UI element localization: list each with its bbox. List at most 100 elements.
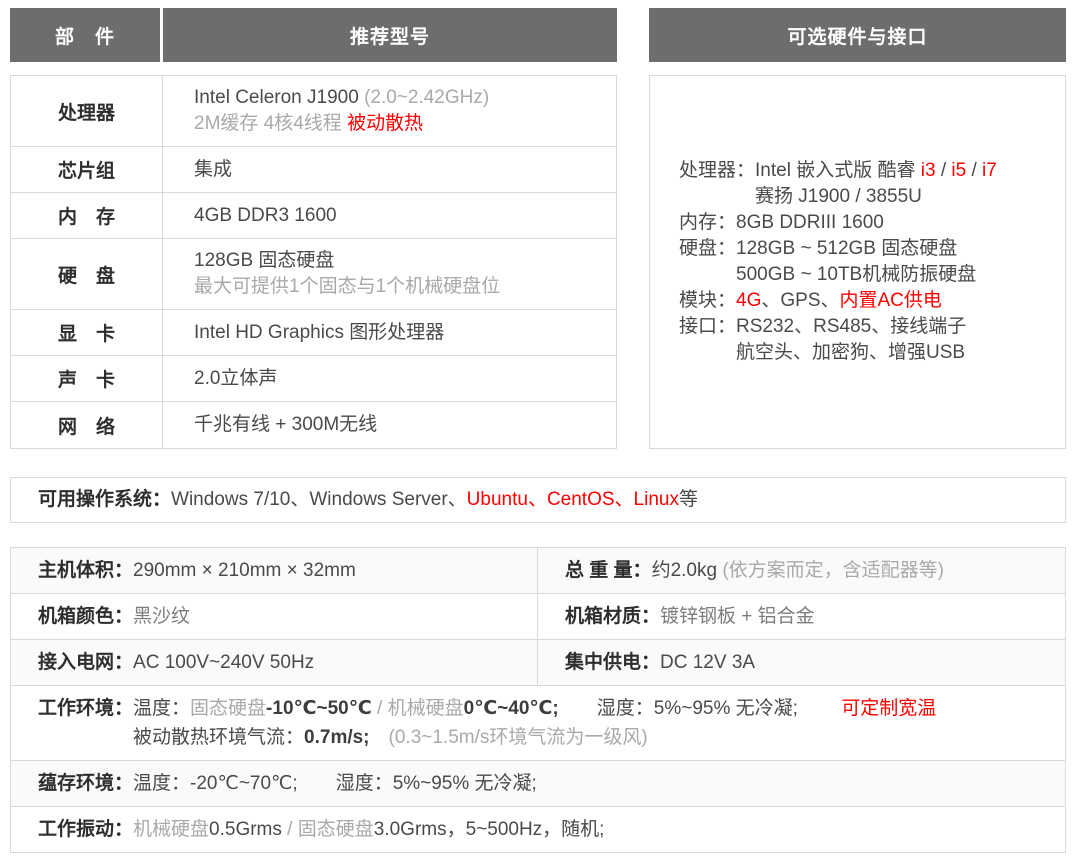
spec-label-graphics: 显 卡 [11,310,163,355]
text-segment: Intel 嵌入式版 酷睿 [755,160,921,181]
parts-header-bar: 部 件 推荐型号 [10,8,617,62]
spec-label-storage: 硬 盘 [11,239,163,309]
cell-chassis-material: 机箱材质： 镀锌钢板 + 铝合金 [538,594,1065,639]
os-support-list: Windows 7/10、Windows Server、Ubuntu、CentO… [171,486,698,514]
cell-label-operating-vibration: 工作振动： [38,819,134,840]
text-segment: 290mm × 210mm × 32mm [133,560,356,581]
option-entry-port-options: 接口： RS232、RS485、接线端子 航空头、加密狗、增强USB [679,314,1065,366]
text-segment: (2.0~2.42GHz) [364,87,490,108]
text-segment: 湿度：5%~95% 无冷凝; [335,773,537,794]
text-segment: 被动散热 [347,113,424,134]
cell-value-chassis-material: 镀锌钢板 + 铝合金 [660,602,1055,631]
text-segment: 500GB ~ 10TB机械防振硬盘 [736,264,977,285]
spec-row-network: 网 络 千兆有线 + 300M无线 [11,402,616,448]
text-segment: 千兆有线 + 300M无线 [194,414,378,435]
text-line: Windows 7/10、Windows Server、Ubuntu、CentO… [171,486,698,514]
option-entry-module-options: 模块： 4G、GPS、内置AC供电 [679,288,1065,314]
parts-header-cell: 部 件 [10,8,163,62]
cell-label-ac-power: 接入电网： [38,652,134,673]
cell-value-operating-environment: 温度：固态硬盘-10℃~50℃ / 机械硬盘0℃~40℃; 湿度：5%~95% … [133,694,1055,752]
cell-value-chassis-color: 黑沙纹 [133,602,527,631]
spec-value-cpu: Intel Celeron J1900 (2.0~2.42GHz) 2M缓存 4核… [163,76,616,146]
cell-ac-power: 接入电网： AC 100V~240V 50Hz [11,640,538,685]
top-section: 部 件 推荐型号 处理器 Intel Celeron J1900 (2.0~2.4… [10,8,1066,449]
spec-value-storage: 128GB 固态硬盘 最大可提供1个固态与1个机械硬盘位 [163,239,616,309]
cell-label-chassis-color: 机箱颜色： [38,606,134,627]
cell-host-dimensions: 主机体积： 290mm × 210mm × 32mm [11,548,538,593]
text-line: 最大可提供1个固态与1个机械硬盘位 [194,274,604,300]
cell-chassis-color: 机箱颜色： 黑沙纹 [11,594,538,639]
cell-label-host-dimensions: 主机体积： [38,560,134,581]
optional-hardware-header-bar: 可选硬件与接口 [649,8,1066,62]
cell-storage-environment: 蕴存环境： 温度：-20℃~70℃; 湿度：5%~95% 无冷凝; [11,761,1065,806]
text-segment: DC 12V 3A [660,652,756,673]
cell-value-dc-power: DC 12V 3A [660,648,1055,677]
spec-row-memory: 内 存 4GB DDR3 1600 [11,193,616,239]
text-line: 被动散热环境气流：0.7m/s; (0.3~1.5m/s环境气流为一级风) [133,723,1055,752]
cell-operating-environment: 工作环境： 温度：固态硬盘-10℃~50℃ / 机械硬盘0℃~40℃; 湿度：5%… [11,686,1065,760]
spec-value-chipset: 集成 [163,147,616,192]
text-segment: 8GB DDRIII 1600 [736,212,884,233]
table-row-operating-vibration: 工作振动： 机械硬盘0.5Grms / 固态硬盘3.0Grms，5~500Hz，随… [11,807,1065,852]
spec-label-network: 网 络 [11,402,163,448]
option-label-memory-options: 内存： [679,212,737,233]
os-support-bar: 可用操作系统： Windows 7/10、Windows Server、Ubun… [10,477,1066,523]
table-row-storage-environment: 蕴存环境： 温度：-20℃~70℃; 湿度：5%~95% 无冷凝; [11,761,1065,807]
text-segment: 4GB DDR3 1600 [194,204,337,226]
table-row-power-input: 接入电网： AC 100V~240V 50Hz 集中供电： DC 12V 3A [11,640,1065,686]
text-segment: (0.3~1.5m/s环境气流为一级风) [388,727,648,748]
text-segment [298,773,336,794]
text-segment: AC 100V~240V 50Hz [133,652,315,673]
text-segment: 赛扬 J1900 / 3855U [755,186,922,207]
text-segment: 温度：-20℃~70℃; [133,773,298,794]
text-line: 黑沙纹 [133,602,527,631]
text-segment: 0.5Grms [209,819,282,840]
optional-hardware-column: 可选硬件与接口 处理器： Intel 嵌入式版 酷睿 i3 / i5 / i7 赛扬… [649,8,1066,449]
text-line: 约2.0kg (依方案而定，含适配器等) [652,556,1055,585]
text-line: Intel Celeron J1900 (2.0~2.42GHz) [194,85,604,111]
text-line: 2.0立体声 [194,366,604,392]
text-segment: 等 [678,489,698,510]
option-value-memory-options: 8GB DDRIII 1600 [736,210,884,236]
spec-label-memory: 内 存 [11,193,163,238]
spec-label-audio: 声 卡 [11,356,163,401]
cell-label-chassis-material: 机箱材质： [565,606,661,627]
text-segment: 机械硬盘 [133,819,210,840]
cell-label-total-weight: 总 重 量： [565,560,652,581]
spec-row-audio: 声 卡 2.0立体声 [11,356,616,402]
text-line: DC 12V 3A [660,648,1055,677]
spec-row-chipset: 芯片组 集成 [11,147,616,193]
option-label-port-options: 接口： [679,316,737,337]
table-row-dimensions-weight: 主机体积： 290mm × 210mm × 32mm 总 重 量： 约2.0kg (依… [11,548,1065,594]
text-segment: 黑沙纹 [133,606,191,627]
text-segment: 固态硬盘 [190,698,267,719]
text-segment: 温度： [133,698,191,719]
recommended-model-header-cell: 推荐型号 [349,26,430,48]
text-segment: 约2.0kg [651,560,723,581]
spec-row-storage: 硬 盘 128GB 固态硬盘 最大可提供1个固态与1个机械硬盘位 [11,239,616,310]
text-segment: / [966,160,983,181]
text-segment: Windows 7/10、Windows Server、 [171,489,467,510]
text-line: RS232、RS485、接线端子 [736,314,966,340]
spec-label-cpu: 处理器 [11,76,163,146]
product-spec-sheet: 部 件 推荐型号 处理器 Intel Celeron J1900 (2.0~2.4… [0,0,1074,857]
cell-label-dc-power: 集中供电： [565,652,661,673]
text-segment: 内置AC供电 [839,290,942,311]
cell-dc-power: 集中供电： DC 12V 3A [538,640,1065,685]
spec-label-chipset: 芯片组 [11,147,163,192]
text-line: 128GB ~ 512GB 固态硬盘 [736,236,976,262]
text-line: 128GB 固态硬盘 [194,248,604,274]
text-segment [798,698,841,719]
text-segment: 航空头、加密狗、增强USB [736,342,966,363]
text-segment [559,698,597,719]
text-line: 航空头、加密狗、增强USB [736,340,966,366]
text-segment: 最大可提供1个固态与1个机械硬盘位 [194,276,501,297]
option-entry-storage-options: 硬盘： 128GB ~ 512GB 固态硬盘 500GB ~ 10TB机械防振硬盘 [679,236,1065,288]
text-segment: 被动散热环境气流： [133,727,305,748]
cell-total-weight: 总 重 量： 约2.0kg (依方案而定，含适配器等) [538,548,1065,593]
text-line: 500GB ~ 10TB机械防振硬盘 [736,262,976,288]
text-line: 集成 [194,157,604,183]
text-segment: / [281,819,298,840]
recommended-spec-table: 处理器 Intel Celeron J1900 (2.0~2.42GHz) 2M缓存… [10,75,617,449]
text-line: 镀锌钢板 + 铝合金 [660,602,1055,631]
